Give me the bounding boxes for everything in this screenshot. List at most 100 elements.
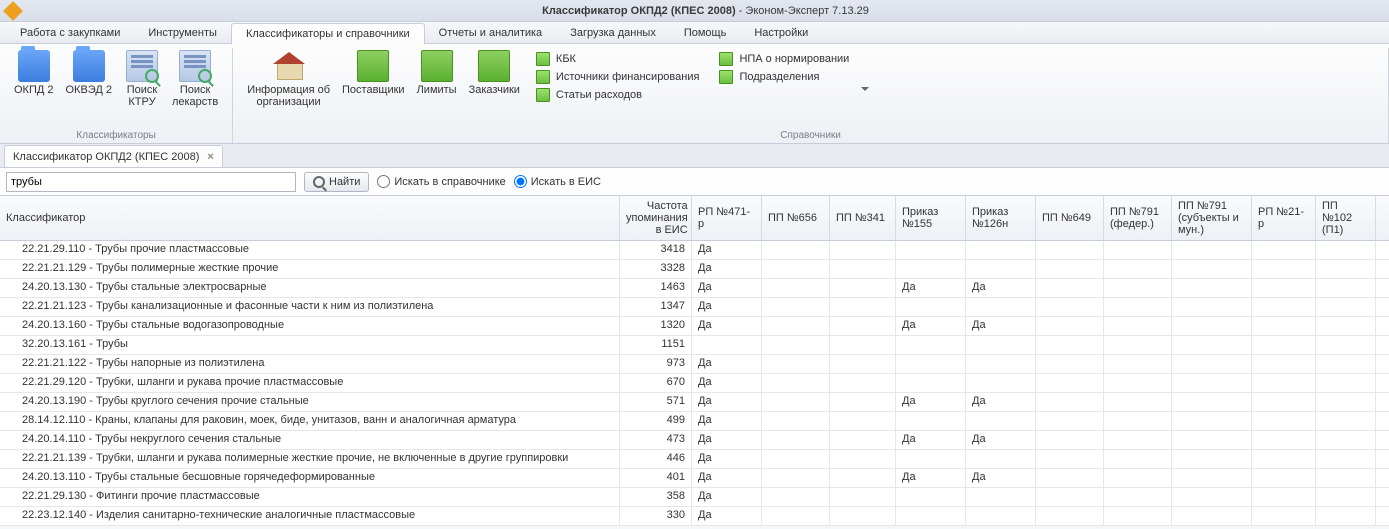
table-row[interactable]: 24.20.13.130 - Трубы стальные электросва… xyxy=(0,279,1389,298)
table-cell xyxy=(1036,488,1104,506)
table-row[interactable]: 22.21.29.130 - Фитинги прочие пластмассо… xyxy=(0,488,1389,507)
table-cell xyxy=(1172,488,1252,506)
column-header[interactable]: Частота упоминания в ЕИС xyxy=(620,196,692,240)
table-cell xyxy=(896,355,966,373)
table-cell xyxy=(1036,450,1104,468)
table-cell xyxy=(1172,355,1252,373)
table-cell xyxy=(830,488,896,506)
column-header[interactable]: ПП №341 xyxy=(830,196,896,240)
table-row[interactable]: 22.21.21.123 - Трубы канализационные и ф… xyxy=(0,298,1389,317)
column-header[interactable]: Приказ №126н xyxy=(966,196,1036,240)
search-input[interactable] xyxy=(6,172,296,192)
table-cell: 22.21.21.129 - Трубы полимерные жесткие … xyxy=(0,260,620,278)
menu-tab[interactable]: Классификаторы и справочники xyxy=(231,23,425,44)
table-cell: 22.21.29.110 - Трубы прочие пластмассовы… xyxy=(0,241,620,259)
table-row[interactable]: 22.21.21.139 - Трубки, шланги и рукава п… xyxy=(0,450,1389,469)
reference-item[interactable]: Статьи расходов xyxy=(536,88,700,102)
table-cell xyxy=(762,241,830,259)
column-header[interactable]: Приказ №155 xyxy=(896,196,966,240)
table-row[interactable]: 24.20.13.110 - Трубы стальные бесшовные … xyxy=(0,469,1389,488)
table-cell: Да xyxy=(692,260,762,278)
column-header[interactable]: РП №471-р xyxy=(692,196,762,240)
table-cell: 22.21.21.122 - Трубы напорные из полиэти… xyxy=(0,355,620,373)
table-row[interactable]: 24.20.14.110 - Трубы некруглого сечения … xyxy=(0,431,1389,450)
table-cell: Да xyxy=(692,393,762,411)
table-cell xyxy=(1036,374,1104,392)
table-cell xyxy=(966,412,1036,430)
ribbon-dropdown-icon[interactable] xyxy=(861,84,871,94)
table-cell: 330 xyxy=(620,507,692,525)
ribbon-button[interactable]: Поиск КТРУ xyxy=(118,50,166,128)
reference-item-label: Статьи расходов xyxy=(556,89,642,101)
reference-item[interactable]: НПА о нормировании xyxy=(719,52,849,66)
table-cell xyxy=(1252,488,1316,506)
reference-item[interactable]: Источники финансирования xyxy=(536,70,700,84)
table-row[interactable]: 22.21.21.122 - Трубы напорные из полиэти… xyxy=(0,355,1389,374)
menu-bar: Работа с закупкамиИнструментыКлассификат… xyxy=(0,22,1389,44)
document-tab[interactable]: Классификатор ОКПД2 (КПЕС 2008) × xyxy=(4,145,223,167)
table-row[interactable]: 22.21.29.120 - Трубки, шланги и рукава п… xyxy=(0,374,1389,393)
column-header[interactable]: Классификатор xyxy=(0,196,620,240)
radio-search-eis[interactable]: Искать в ЕИС xyxy=(514,175,601,188)
table-cell: Да xyxy=(896,393,966,411)
table-cell xyxy=(1316,260,1376,278)
menu-tab[interactable]: Помощь xyxy=(670,22,741,43)
ribbon-button[interactable]: ОКПД 2 xyxy=(8,50,60,128)
ribbon-button[interactable]: Информация об организации xyxy=(241,50,336,108)
window-title: Классификатор ОКПД2 (КПЕС 2008) - Эконом… xyxy=(28,5,1383,17)
table-cell xyxy=(896,374,966,392)
table-cell: Да xyxy=(966,393,1036,411)
table-row[interactable]: 24.20.13.190 - Трубы круглого сечения пр… xyxy=(0,393,1389,412)
menu-tab[interactable]: Отчеты и аналитика xyxy=(425,22,557,43)
table-cell xyxy=(1172,260,1252,278)
close-icon[interactable]: × xyxy=(207,151,213,163)
table-cell xyxy=(1036,355,1104,373)
ribbon-button[interactable]: ОКВЭД 2 xyxy=(60,50,118,128)
menu-tab[interactable]: Загрузка данных xyxy=(556,22,670,43)
table-cell: 1347 xyxy=(620,298,692,316)
table-cell xyxy=(1104,336,1172,354)
menu-tab[interactable]: Инструменты xyxy=(134,22,231,43)
reference-item[interactable]: КБК xyxy=(536,52,700,66)
find-button[interactable]: Найти xyxy=(304,172,369,192)
table-row[interactable]: 22.21.29.110 - Трубы прочие пластмассовы… xyxy=(0,241,1389,260)
column-header[interactable]: ПП №102 (П1) xyxy=(1316,196,1376,240)
book-icon xyxy=(536,88,550,102)
table-cell xyxy=(1252,298,1316,316)
table-row[interactable]: 22.23.12.140 - Изделия санитарно-техниче… xyxy=(0,507,1389,526)
table-cell xyxy=(762,488,830,506)
table-cell xyxy=(966,336,1036,354)
table-cell: Да xyxy=(896,469,966,487)
column-header[interactable]: РП №21-р xyxy=(1252,196,1316,240)
menu-tab[interactable]: Работа с закупками xyxy=(6,22,134,43)
ribbon-button[interactable]: Поставщики xyxy=(336,50,411,108)
reference-item[interactable]: Подразделения xyxy=(719,70,849,84)
gbook-icon xyxy=(478,50,510,82)
column-header[interactable]: ПП №649 xyxy=(1036,196,1104,240)
radio-search-reference[interactable]: Искать в справочнике xyxy=(377,175,505,188)
table-row[interactable]: 24.20.13.160 - Трубы стальные водогазопр… xyxy=(0,317,1389,336)
table-cell: Да xyxy=(692,355,762,373)
table-row[interactable]: 32.20.13.161 - Трубы1151 xyxy=(0,336,1389,355)
table-row[interactable]: 22.21.21.129 - Трубы полимерные жесткие … xyxy=(0,260,1389,279)
ribbon-button[interactable]: Лимиты xyxy=(411,50,463,108)
table-cell xyxy=(762,336,830,354)
book-mag-icon xyxy=(126,50,158,82)
table-cell xyxy=(1316,431,1376,449)
column-header[interactable]: ПП №656 xyxy=(762,196,830,240)
table-cell xyxy=(1316,355,1376,373)
table-cell xyxy=(1104,450,1172,468)
column-header[interactable]: ПП №791 (субъекты и мун.) xyxy=(1172,196,1252,240)
table-cell xyxy=(1104,317,1172,335)
table-cell xyxy=(1172,279,1252,297)
table-cell xyxy=(1252,241,1316,259)
menu-tab[interactable]: Настройки xyxy=(740,22,822,43)
ribbon-button[interactable]: Поиск лекарств xyxy=(166,50,224,128)
column-header[interactable]: ПП №791 (федер.) xyxy=(1104,196,1172,240)
ribbon-button-label: Лимиты xyxy=(417,84,457,96)
table-cell: 24.20.14.110 - Трубы некруглого сечения … xyxy=(0,431,620,449)
table-row[interactable]: 28.14.12.110 - Краны, клапаны для ракови… xyxy=(0,412,1389,431)
gbook-icon xyxy=(421,50,453,82)
table-cell xyxy=(1172,469,1252,487)
ribbon-button[interactable]: Заказчики xyxy=(463,50,526,108)
